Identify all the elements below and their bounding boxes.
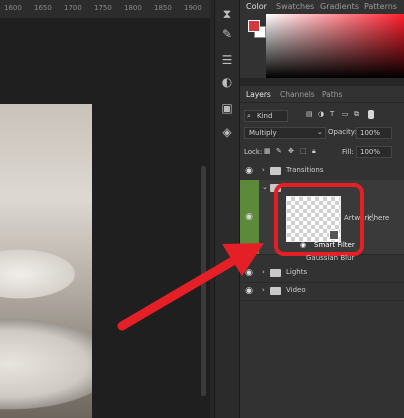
annotation-arrow (117, 243, 264, 331)
